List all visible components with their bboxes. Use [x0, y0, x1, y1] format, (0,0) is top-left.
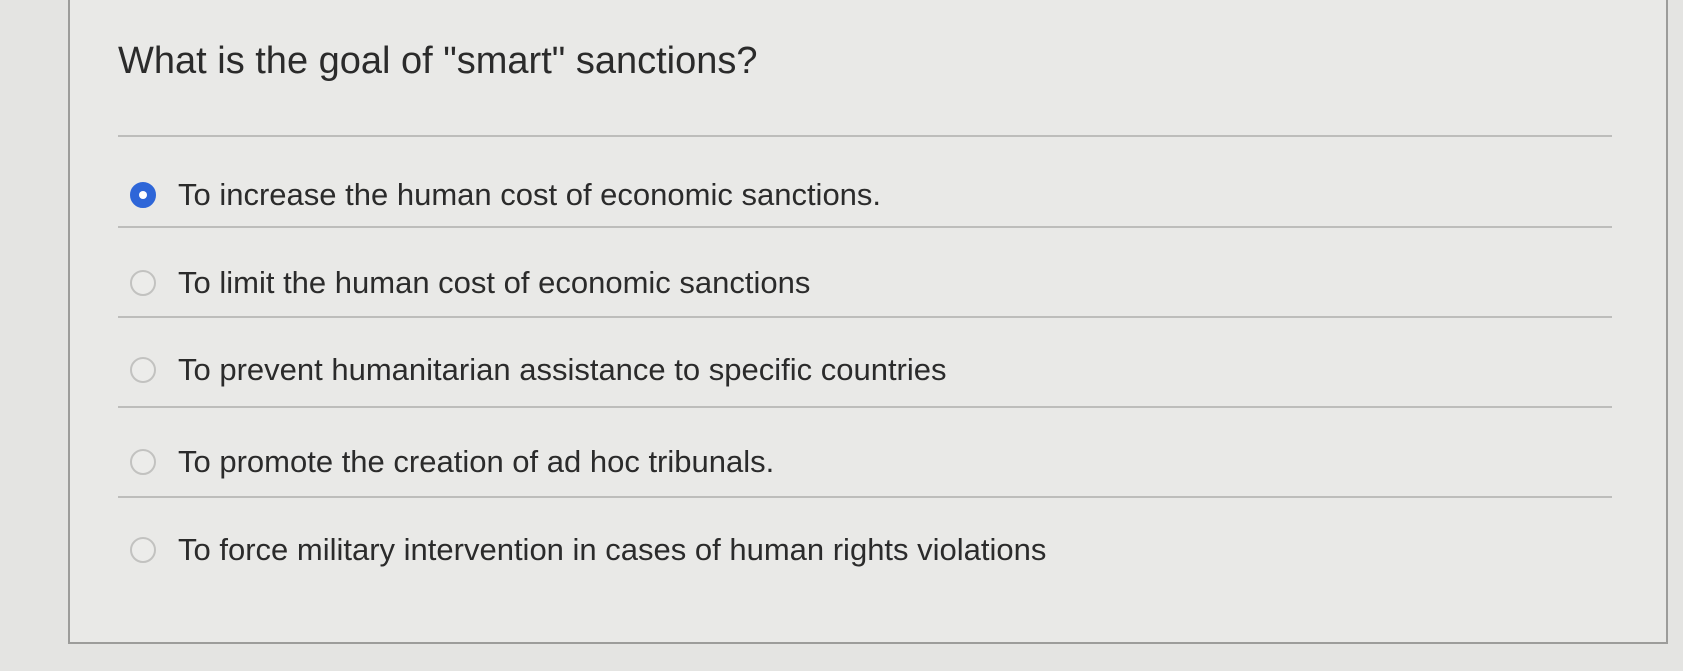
option-label: To prevent humanitarian assistance to sp… — [178, 352, 947, 387]
radio-icon[interactable] — [130, 357, 156, 383]
divider — [118, 496, 1612, 498]
question-text: What is the goal of "smart" sanctions? — [118, 40, 758, 82]
option-3[interactable]: To prevent humanitarian assistance to sp… — [130, 350, 947, 390]
radio-icon[interactable] — [130, 270, 156, 296]
divider — [118, 316, 1612, 318]
option-label: To force military intervention in cases … — [178, 532, 1047, 567]
radio-selected-icon[interactable] — [130, 182, 156, 208]
option-1[interactable]: To increase the human cost of economic s… — [130, 175, 881, 215]
radio-icon[interactable] — [130, 537, 156, 563]
divider — [118, 135, 1612, 137]
divider — [118, 406, 1612, 408]
option-label: To promote the creation of ad hoc tribun… — [178, 444, 775, 479]
option-4[interactable]: To promote the creation of ad hoc tribun… — [130, 442, 774, 482]
option-label: To increase the human cost of economic s… — [178, 177, 882, 212]
option-2[interactable]: To limit the human cost of economic sanc… — [130, 263, 810, 303]
option-5[interactable]: To force military intervention in cases … — [130, 530, 1046, 570]
radio-icon[interactable] — [130, 449, 156, 475]
option-label: To limit the human cost of economic sanc… — [178, 265, 811, 300]
divider — [118, 226, 1612, 228]
